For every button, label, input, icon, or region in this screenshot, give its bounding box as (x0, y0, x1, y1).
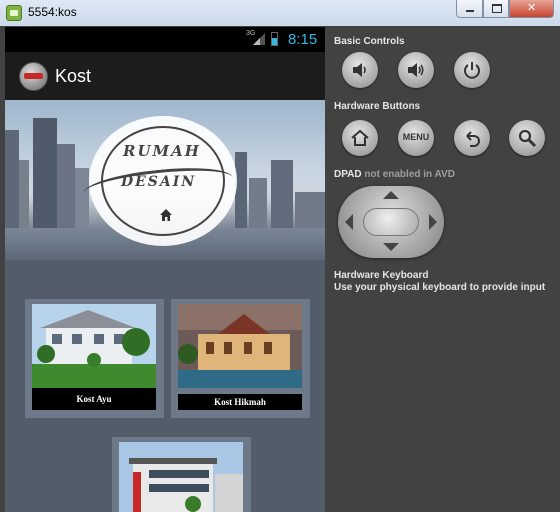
android-emulator-icon (6, 5, 22, 21)
listing-label: Kost Hikmah (178, 394, 302, 410)
listing-photo (178, 304, 302, 388)
basic-controls-heading: Basic Controls (334, 36, 405, 47)
dpad-center-button[interactable] (363, 208, 419, 236)
logo-text-line2: DESAIN (121, 174, 197, 190)
window-title: 5554:kos (28, 5, 77, 19)
action-bar: Kost (5, 52, 325, 100)
power-button[interactable] (454, 52, 490, 88)
dpad-left-arrow-icon[interactable] (345, 214, 353, 230)
menu-button-label: MENU (402, 132, 430, 142)
volume-up-icon (408, 63, 424, 77)
dpad-note: not enabled in AVD (364, 169, 455, 180)
back-button[interactable] (454, 120, 490, 156)
search-icon (518, 129, 537, 148)
dpad-heading: DPAD not enabled in AVD (334, 169, 455, 180)
menu-button[interactable]: MENU (398, 120, 434, 156)
dpad-up-arrow-icon[interactable] (383, 191, 399, 199)
listing-card[interactable] (112, 437, 251, 512)
phone-screen: 3G 8:15 Kost RUMAH DESAIN Kost Ayu Kost … (5, 27, 325, 512)
search-button[interactable] (509, 120, 545, 156)
logo-text-line1: RUMAH (123, 142, 201, 160)
page-title: Kost (55, 66, 92, 86)
hardware-buttons-heading: Hardware Buttons (334, 101, 421, 112)
dpad-right-arrow-icon[interactable] (429, 214, 437, 230)
listing-label: Kost Ayu (32, 388, 156, 410)
close-button[interactable] (509, 0, 554, 18)
listing-photo (32, 304, 156, 388)
dpad-title: DPAD (334, 169, 362, 180)
keyboard-note: Use your physical keyboard to provide in… (334, 282, 546, 293)
status-bar: 3G 8:15 (5, 27, 325, 52)
power-icon (464, 62, 480, 79)
listing-photo (119, 442, 243, 512)
header-banner: RUMAH DESAIN (5, 100, 325, 260)
home-icon (160, 209, 172, 221)
keyboard-heading: Hardware Keyboard (334, 270, 429, 281)
maximize-button[interactable] (483, 0, 509, 18)
minimize-button[interactable] (456, 0, 483, 18)
volume-up-button[interactable] (398, 52, 434, 88)
volume-down-icon (353, 63, 366, 77)
battery-icon (271, 32, 278, 46)
listing-card[interactable]: Kost Ayu (25, 299, 164, 418)
home-icon (351, 129, 369, 146)
volume-down-button[interactable] (342, 52, 378, 88)
listing-card[interactable]: Kost Hikmah (171, 299, 310, 418)
window-titlebar: 5554:kos (0, 0, 560, 27)
home-button[interactable] (342, 120, 378, 156)
signal-icon (253, 33, 265, 45)
back-icon (466, 131, 480, 147)
dpad-down-arrow-icon[interactable] (383, 243, 399, 251)
clock: 8:15 (288, 31, 318, 48)
app-logo-icon[interactable] (19, 62, 48, 91)
